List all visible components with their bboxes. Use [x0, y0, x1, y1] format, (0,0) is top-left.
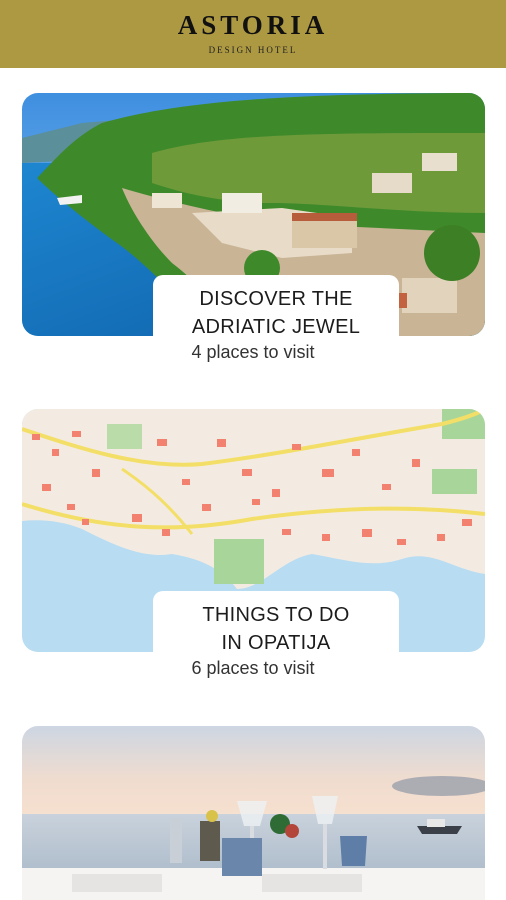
- card-label: THINGS TO DO IN OPATIJA: [153, 591, 399, 652]
- card-title-line2: IN OPATIJA: [221, 632, 331, 652]
- card-label: DISCOVER THE ADRIATIC JEWEL: [153, 275, 399, 336]
- card-place-count: 6 places to visit: [191, 658, 315, 678]
- brand-subtitle: DESIGN HOTEL: [208, 45, 298, 55]
- card-dining[interactable]: [22, 726, 485, 900]
- card-title-line2: ADRIATIC JEWEL: [191, 316, 361, 336]
- card-title-line1: DISCOVER THE: [199, 288, 353, 310]
- card-adriatic-jewel[interactable]: DISCOVER THE ADRIATIC JEWEL: [22, 93, 485, 336]
- brand-logo: ASTORIA: [177, 10, 329, 40]
- card-place-count: 4 places to visit: [191, 342, 315, 362]
- app-header: ASTORIA DESIGN HOTEL: [0, 0, 506, 68]
- card-things-to-do[interactable]: THINGS TO DO IN OPATIJA: [22, 409, 485, 652]
- card-title-line1: THINGS TO DO: [202, 604, 350, 626]
- dining-photo: [22, 726, 485, 900]
